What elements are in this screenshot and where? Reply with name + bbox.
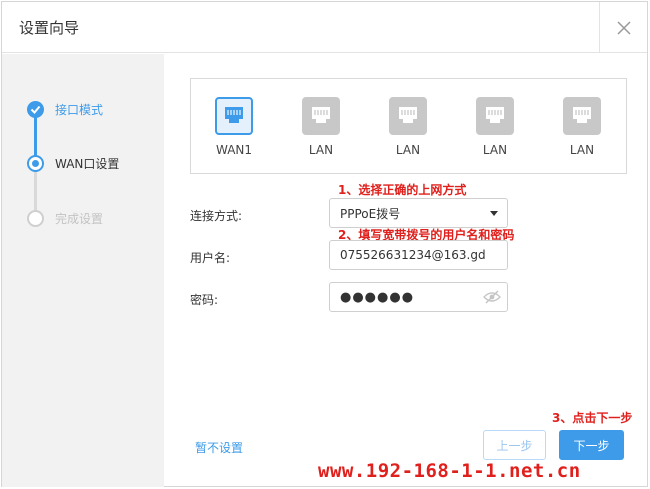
setup-wizard-dialog: 设置向导 接口模式 WAN口设置 完成设置 WAN1 LAN LAN LAN L… <box>1 1 648 487</box>
step-label: WAN口设置 <box>55 157 120 171</box>
username-value: 075526631234@163.gd <box>340 248 486 262</box>
username-input[interactable]: 075526631234@163.gd <box>329 240 508 270</box>
port-label: LAN <box>308 143 334 157</box>
step-interface-mode: 接口模式 <box>27 101 103 118</box>
password-value: ●●●●●● <box>340 289 415 305</box>
password-input[interactable]: ●●●●●● <box>329 282 508 312</box>
port-label: WAN1 <box>215 143 253 157</box>
password-label: 密码: <box>190 293 219 307</box>
skip-setup-link[interactable]: 暂不设置 <box>195 439 243 456</box>
prev-step-button[interactable]: 上一步 <box>483 430 546 460</box>
close-icon <box>616 20 631 35</box>
ethernet-port-icon <box>563 97 601 135</box>
connection-type-value: PPPoE拨号 <box>340 206 401 221</box>
ethernet-port-icon <box>389 97 427 135</box>
step-finish: 完成设置 <box>27 210 103 227</box>
port-label: LAN <box>482 143 508 157</box>
connection-type-label: 连接方式: <box>190 209 243 223</box>
username-label: 用户名: <box>190 251 231 265</box>
port-selector: WAN1 LAN LAN LAN LAN <box>190 78 627 174</box>
next-step-button[interactable]: 下一步 <box>559 430 624 460</box>
dialog-title: 设置向导 <box>19 19 80 37</box>
connection-type-select[interactable]: PPPoE拨号 <box>329 198 508 228</box>
pending-step-icon <box>27 210 44 227</box>
dropdown-caret-icon <box>490 211 498 216</box>
port-lan-1[interactable]: LAN <box>296 97 346 157</box>
port-lan-4[interactable]: LAN <box>557 97 607 157</box>
step-wan-settings: WAN口设置 <box>27 155 119 172</box>
port-label: LAN <box>395 143 421 157</box>
active-step-icon <box>27 155 44 172</box>
annotation-step-3: 3、点击下一步 <box>552 411 633 425</box>
port-lan-2[interactable]: LAN <box>383 97 433 157</box>
port-label: LAN <box>569 143 595 157</box>
close-button[interactable] <box>599 2 647 53</box>
annotation-step-1: 1、选择正确的上网方式 <box>338 183 467 197</box>
watermark-text: www.192-168-1-1.net.cn <box>318 460 581 482</box>
dialog-header: 设置向导 <box>2 2 647 53</box>
check-icon <box>27 101 44 118</box>
step-label: 完成设置 <box>55 212 104 226</box>
wizard-steps-sidebar: 接口模式 WAN口设置 完成设置 <box>2 54 164 487</box>
step-label: 接口模式 <box>55 103 104 117</box>
port-wan1[interactable]: WAN1 <box>209 97 259 157</box>
ethernet-port-icon <box>476 97 514 135</box>
port-lan-3[interactable]: LAN <box>470 97 520 157</box>
eye-off-icon[interactable] <box>483 290 501 307</box>
ethernet-port-icon <box>215 97 253 135</box>
ethernet-port-icon <box>302 97 340 135</box>
